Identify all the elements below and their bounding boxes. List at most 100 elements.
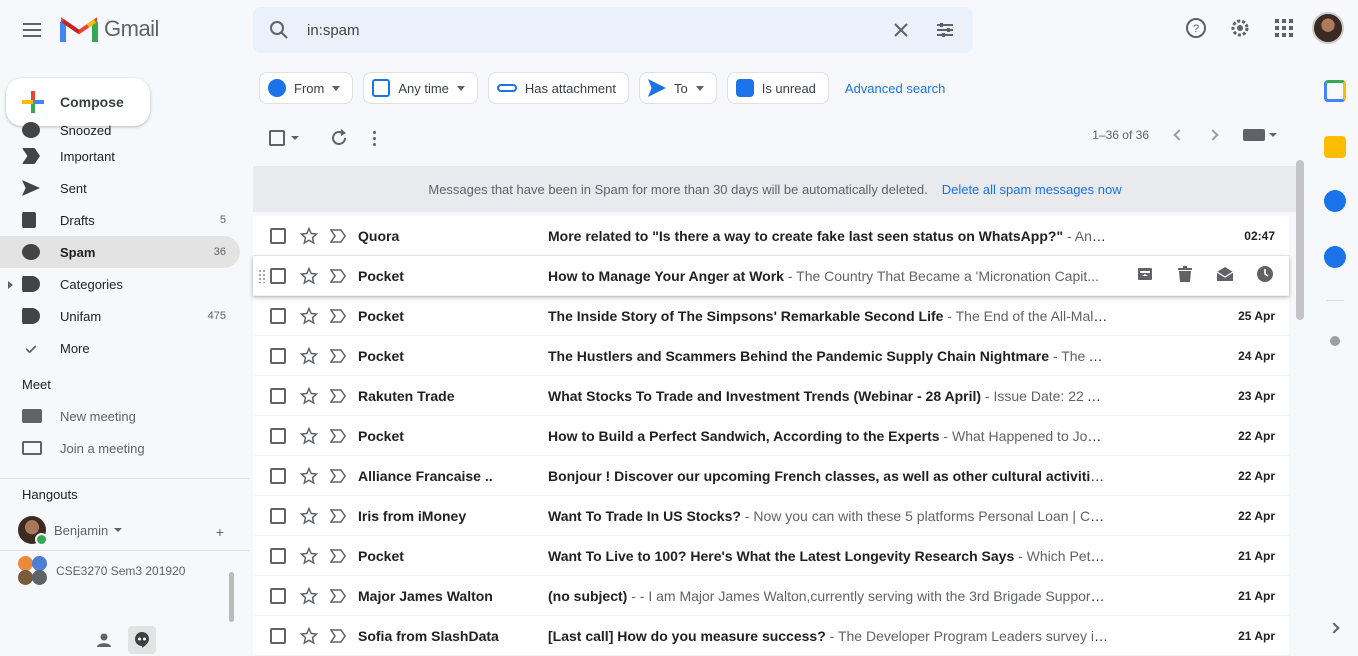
filter-is-unread-chip[interactable]: Is unread [726, 72, 829, 104]
important-marker-icon[interactable] [330, 588, 346, 603]
important-marker-icon[interactable] [330, 628, 346, 643]
sidebar-item-drafts[interactable]: Drafts 5 [0, 204, 240, 236]
join-meeting-button[interactable]: Join a meeting [0, 432, 250, 464]
delete-all-spam-link[interactable]: Delete all spam messages now [942, 182, 1122, 197]
star-icon[interactable] [300, 226, 318, 245]
email-row[interactable]: Pocket The Inside Story of The Simpsons' … [253, 296, 1289, 336]
account-button[interactable] [1310, 10, 1346, 46]
email-checkbox[interactable] [270, 267, 286, 284]
calendar-icon[interactable] [1324, 80, 1346, 102]
star-icon[interactable] [300, 546, 318, 565]
input-tools-button[interactable] [1243, 129, 1277, 141]
email-checkbox[interactable] [270, 627, 286, 644]
important-marker-icon[interactable] [330, 388, 346, 403]
search-input[interactable]: in:spam [307, 22, 360, 39]
expand-panel-icon[interactable] [1328, 622, 1340, 634]
filter-to-chip[interactable]: To [638, 72, 717, 104]
filter-from-chip[interactable]: From [259, 72, 354, 104]
email-checkbox[interactable] [270, 427, 286, 444]
sidebar-item-important[interactable]: Important [0, 140, 240, 172]
dropdown-arrow-icon[interactable] [114, 528, 123, 532]
contacts-icon[interactable] [1324, 246, 1346, 268]
email-row[interactable]: Rakuten Trade What Stocks To Trade and In… [253, 376, 1289, 416]
search-options-icon[interactable] [935, 20, 955, 40]
star-icon[interactable] [300, 386, 318, 405]
important-marker-icon[interactable] [330, 228, 346, 243]
email-row[interactable]: Major James Walton (no subject) - - I am … [253, 576, 1289, 616]
sidebar-item-snoozed[interactable]: Snoozed [0, 120, 240, 140]
hangouts-group-conversation[interactable]: CSE3270 Sem3 201920 [0, 550, 250, 590]
important-marker-icon[interactable] [330, 428, 346, 443]
email-row[interactable]: Sofia from SlashData [Last call] How do y… [253, 616, 1289, 656]
email-row[interactable]: Quora More related to "Is there a way to … [253, 216, 1289, 256]
email-checkbox[interactable] [270, 307, 286, 324]
more-options-icon[interactable] [373, 130, 376, 146]
email-row[interactable]: Alliance Francaise .. Bonjour ! Discover … [253, 456, 1289, 496]
hangouts-chat-button[interactable] [128, 626, 156, 654]
email-checkbox[interactable] [270, 467, 286, 484]
email-row[interactable]: Iris from iMoney Want To Trade In US Stoc… [253, 496, 1289, 536]
important-marker-icon[interactable] [330, 348, 346, 363]
select-all-dropdown[interactable] [269, 130, 299, 146]
hangouts-user[interactable]: Benjamin + [0, 510, 250, 550]
star-icon[interactable] [300, 586, 318, 605]
tasks-icon[interactable] [1324, 190, 1346, 212]
support-button[interactable]: ? [1178, 10, 1214, 46]
select-all-checkbox[interactable] [269, 130, 285, 146]
star-icon[interactable] [300, 506, 318, 525]
email-checkbox[interactable] [270, 587, 286, 604]
clear-search-icon[interactable] [891, 20, 911, 40]
refresh-icon[interactable] [329, 128, 349, 148]
older-page-icon[interactable] [1207, 129, 1219, 141]
star-icon[interactable] [300, 426, 318, 445]
important-marker-icon[interactable] [330, 508, 346, 523]
email-checkbox[interactable] [270, 227, 286, 244]
star-icon[interactable] [300, 346, 318, 365]
star-icon[interactable] [300, 626, 318, 645]
keep-icon[interactable] [1324, 136, 1346, 158]
main-menu-button[interactable] [14, 12, 50, 48]
important-marker-icon[interactable] [330, 308, 346, 323]
email-row[interactable]: Pocket The Hustlers and Scammers Behind t… [253, 336, 1289, 376]
add-contact-icon[interactable]: + [216, 524, 224, 540]
star-icon[interactable] [300, 306, 318, 325]
filter-any-time-chip[interactable]: Any time [363, 72, 478, 104]
sidebar-item-more[interactable]: More [0, 332, 240, 364]
important-marker-icon[interactable] [330, 268, 346, 283]
gmail-logo[interactable]: Gmail [60, 14, 159, 44]
mark-as-read-button[interactable] [1215, 264, 1235, 284]
compose-button[interactable]: Compose [6, 78, 150, 126]
email-checkbox[interactable] [270, 547, 286, 564]
search-icon[interactable] [269, 20, 289, 40]
sidebar-item-spam[interactable]: Spam 36 [0, 236, 240, 268]
snooze-button[interactable] [1255, 264, 1275, 284]
search-bar[interactable]: in:spam [253, 7, 973, 53]
email-checkbox[interactable] [270, 387, 286, 404]
apps-button[interactable] [1266, 10, 1302, 46]
archive-button[interactable] [1135, 264, 1155, 284]
star-icon[interactable] [300, 466, 318, 485]
add-addon-icon[interactable] [1330, 336, 1340, 346]
settings-button[interactable] [1222, 10, 1258, 46]
sidebar-item-sent[interactable]: Sent [0, 172, 240, 204]
important-marker-icon[interactable] [330, 548, 346, 563]
new-meeting-button[interactable]: New meeting [0, 400, 250, 432]
email-list-scrollbar[interactable] [1296, 160, 1304, 320]
sidebar-scrollbar[interactable] [229, 572, 234, 622]
important-marker-icon[interactable] [330, 468, 346, 483]
email-checkbox[interactable] [270, 507, 286, 524]
drag-handle-icon[interactable] [258, 269, 266, 283]
advanced-search-link[interactable]: Advanced search [845, 81, 945, 96]
delete-button[interactable] [1175, 264, 1195, 284]
contacts-button[interactable] [90, 626, 118, 654]
newer-page-icon[interactable] [1173, 129, 1185, 141]
filter-has-attachment-chip[interactable]: Has attachment [487, 72, 629, 104]
sidebar-item-categories[interactable]: Categories [0, 268, 240, 300]
star-icon[interactable] [300, 266, 318, 285]
email-checkbox[interactable] [270, 347, 286, 364]
email-row[interactable]: Pocket Want To Live to 100? Here's What t… [253, 536, 1289, 576]
dropdown-arrow-icon[interactable] [291, 136, 299, 140]
sidebar-item-unifam[interactable]: Unifam 475 [0, 300, 240, 332]
email-row[interactable]: Pocket How to Manage Your Anger at Work -… [253, 256, 1289, 296]
expand-caret-icon[interactable] [8, 281, 13, 289]
